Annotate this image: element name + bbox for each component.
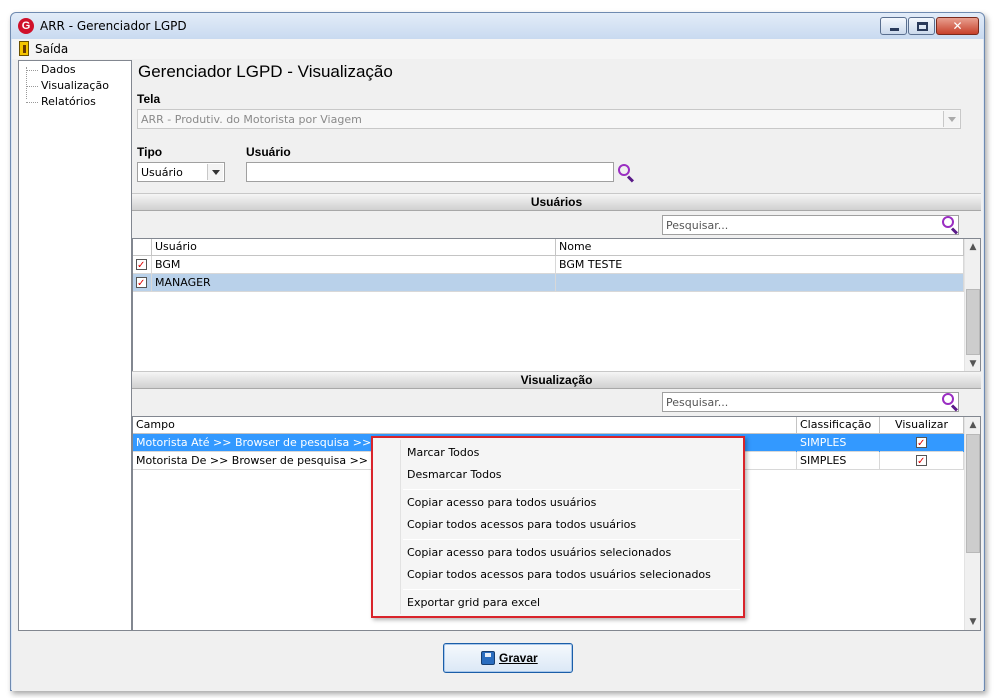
floppy-disk-icon (481, 651, 495, 665)
header-checkbox-col (133, 239, 152, 256)
view-search-input[interactable]: Pesquisar... (662, 392, 959, 412)
menu-gutter (400, 440, 401, 614)
table-row[interactable]: BGM BGM TESTE (133, 256, 964, 274)
app-logo-icon: G (18, 18, 34, 34)
header-nome[interactable]: Nome (556, 239, 964, 256)
minimize-icon (890, 28, 899, 31)
search-icon[interactable] (942, 393, 960, 412)
menu-separator (403, 489, 740, 490)
save-button[interactable]: Gravar (443, 643, 573, 673)
header-usuario[interactable]: Usuário (152, 239, 556, 256)
users-scrollbar[interactable]: ▲ ▼ (964, 239, 980, 372)
maximize-button[interactable] (908, 17, 935, 35)
search-icon[interactable] (942, 216, 960, 235)
menu-item-copiar-todos-acessos-todos[interactable]: Copiar todos acessos para todos usuários (407, 518, 636, 531)
close-icon: ✕ (952, 19, 963, 33)
usuario-input[interactable] (246, 162, 614, 182)
tela-label: Tela (137, 92, 161, 106)
window-title: ARR - Gerenciador LGPD (40, 19, 187, 33)
tree-item-relatorios[interactable]: Relatórios (26, 95, 96, 108)
page-title: Gerenciador LGPD - Visualização (138, 62, 393, 81)
maximize-icon (917, 22, 928, 31)
minimize-button[interactable] (880, 17, 907, 35)
tree-item-dados[interactable]: Dados (26, 63, 76, 76)
menu-item-marcar-todos[interactable]: Marcar Todos (407, 446, 479, 459)
view-grid-header: Campo Classificação Visualizar (133, 417, 964, 434)
cell-classificacao: SIMPLES (797, 434, 880, 452)
tipo-select[interactable]: Usuário (137, 162, 225, 182)
users-grid: Usuário Nome BGM BGM TESTE MANAGER ▲ ▼ (132, 238, 981, 373)
view-scrollbar[interactable]: ▲ ▼ (964, 417, 980, 630)
menu-separator (403, 539, 740, 540)
header-classificacao[interactable]: Classificação (797, 417, 880, 434)
tela-value: ARR - Produtiv. do Motorista por Viagem (141, 113, 362, 126)
scroll-down-icon[interactable]: ▼ (965, 614, 980, 630)
cell-usuario: BGM (152, 256, 556, 274)
users-search-placeholder: Pesquisar... (666, 219, 729, 232)
row-checkbox[interactable] (136, 275, 147, 292)
menu-item-exit[interactable]: Saída (35, 42, 68, 56)
header-campo[interactable]: Campo (133, 417, 797, 434)
view-search-placeholder: Pesquisar... (666, 396, 729, 409)
cell-nome (556, 274, 964, 292)
tela-select[interactable]: ARR - Produtiv. do Motorista por Viagem (137, 109, 961, 129)
users-grid-header: Usuário Nome (133, 239, 964, 256)
cell-usuario: MANAGER (152, 274, 556, 292)
menu-item-copiar-acesso-todos[interactable]: Copiar acesso para todos usuários (407, 496, 596, 509)
nav-tree: Dados Visualização Relatórios (18, 60, 132, 631)
users-search-input[interactable]: Pesquisar... (662, 215, 959, 235)
cell-visualizar (880, 434, 964, 452)
header-visualizar[interactable]: Visualizar (880, 417, 964, 434)
visualizar-checkbox[interactable] (916, 435, 927, 452)
cell-visualizar (880, 452, 964, 470)
scroll-up-icon[interactable]: ▲ (965, 239, 980, 255)
exit-door-icon (19, 41, 29, 56)
table-row-selected[interactable]: MANAGER (133, 274, 964, 292)
row-checkbox[interactable] (136, 257, 147, 274)
menu-item-exportar-excel[interactable]: Exportar grid para excel (407, 596, 540, 609)
users-section-header: Usuários (132, 193, 981, 211)
scroll-down-icon[interactable]: ▼ (965, 356, 980, 372)
scroll-thumb[interactable] (966, 434, 980, 553)
view-section-header: Visualização (132, 371, 981, 389)
menu-bar: Saída (12, 39, 983, 59)
title-bar[interactable]: G ARR - Gerenciador LGPD ✕ (11, 13, 984, 39)
chevron-down-icon (207, 164, 223, 180)
scroll-up-icon[interactable]: ▲ (965, 417, 980, 433)
tipo-label: Tipo (137, 145, 163, 159)
usuario-label: Usuário (246, 145, 291, 159)
row-checkbox-cell (133, 256, 152, 274)
search-icon[interactable] (618, 164, 636, 183)
footer-bar: Gravar (12, 631, 983, 691)
menu-separator (403, 589, 740, 590)
cell-nome: BGM TESTE (556, 256, 964, 274)
menu-item-copiar-acesso-selecionados[interactable]: Copiar acesso para todos usuários seleci… (407, 546, 671, 559)
context-menu: Marcar Todos Desmarcar Todos Copiar aces… (371, 436, 745, 618)
chevron-down-icon (943, 111, 959, 127)
scroll-thumb[interactable] (966, 289, 980, 355)
tipo-value: Usuário (141, 166, 183, 179)
row-checkbox-cell (133, 274, 152, 292)
tree-item-visualizacao[interactable]: Visualização (26, 79, 109, 92)
visualizar-checkbox[interactable] (916, 453, 927, 470)
menu-item-desmarcar-todos[interactable]: Desmarcar Todos (407, 468, 502, 481)
close-button[interactable]: ✕ (936, 17, 979, 35)
cell-classificacao: SIMPLES (797, 452, 880, 470)
menu-item-copiar-todos-acessos-selecionados[interactable]: Copiar todos acessos para todos usuários… (407, 568, 711, 581)
save-button-label: Gravar (499, 651, 538, 665)
